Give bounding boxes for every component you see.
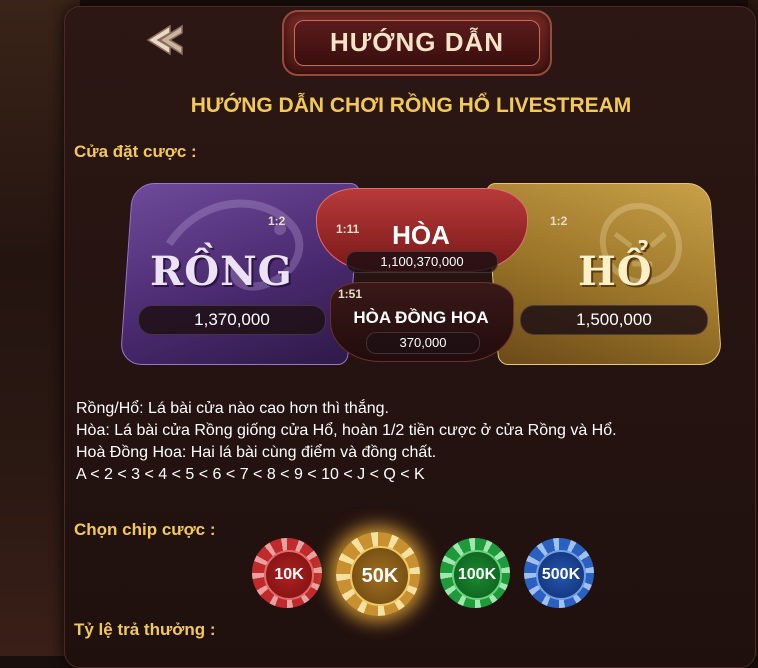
bet-section-label: Cửa đặt cược : — [74, 142, 197, 161]
rule-line: Hòa: Lá bài cửa Rồng giống cửa Hổ, hoàn … — [76, 422, 617, 439]
rules-list: Rồng/Hổ: Lá bài cửa nào cao hơn thì thắn… — [76, 398, 746, 486]
chip-label: 100K — [452, 550, 502, 600]
tie-amount: 1,100,370,000 — [346, 251, 498, 273]
chip-label: 500K — [536, 550, 586, 600]
back-button[interactable] — [140, 22, 186, 58]
rule-line: Hoà Đồng Hoa: Hai lá bài cùng điểm và đồ… — [76, 444, 437, 461]
chip-50k[interactable]: 50K — [336, 532, 420, 616]
dragon-name: RỒNG — [150, 248, 293, 295]
tiger-amount: 1,500,000 — [520, 305, 708, 335]
payout-section-label: Tỷ lệ trả thưởng : — [74, 620, 216, 639]
rule-line: Rồng/Hổ: Lá bài cửa nào cao hơn thì thắn… — [76, 400, 389, 417]
chip-10k[interactable]: 10K — [252, 538, 322, 608]
title-plate: HƯỚNG DẪN — [282, 10, 552, 76]
chip-section-label: Chọn chip cược : — [74, 520, 216, 539]
chip-label: 10K — [264, 550, 314, 600]
tiger-name: HỔ — [578, 248, 653, 295]
tie-name: HÒA — [392, 220, 450, 250]
chip-label: 50K — [350, 546, 410, 606]
tiger-ratio: 1:2 — [550, 214, 568, 228]
chip-100k[interactable]: 100K — [440, 538, 510, 608]
page-title: HƯỚNG DẪN — [329, 27, 505, 57]
suited-tie-amount: 370,000 — [366, 332, 480, 354]
dragon-amount: 1,370,000 — [138, 305, 326, 335]
suited-tie-ratio: 1:51 — [338, 287, 363, 301]
chip-500k[interactable]: 500K — [524, 538, 594, 608]
suited-tie-name: HÒA ĐỒNG HOA — [353, 308, 489, 327]
dragon-ratio: 1:2 — [268, 214, 286, 228]
back-arrow-icon — [146, 24, 183, 56]
guide-heading: HƯỚNG DẪN CHƠI RỒNG HỔ LIVESTREAM — [190, 94, 632, 117]
rule-line: A < 2 < 3 < 4 < 5 < 6 < 7 < 8 < 9 < 10 <… — [76, 466, 425, 483]
